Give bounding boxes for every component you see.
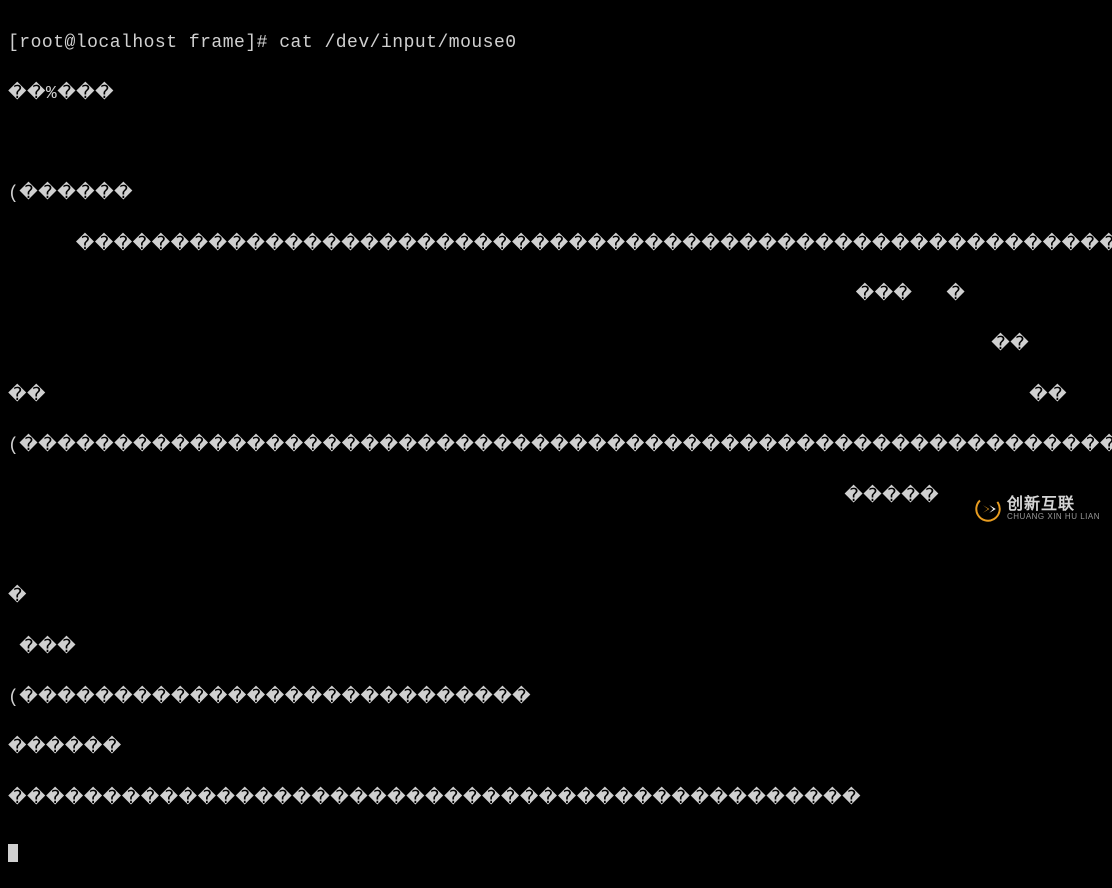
output-line: �� ��	[8, 384, 1104, 409]
output-line: (������	[8, 182, 1104, 207]
shell-prompt: [root@localhost frame]#	[8, 33, 279, 53]
watermark: 创新互联 CHUANG XIN HU LIAN	[975, 496, 1100, 522]
output-line	[8, 132, 1104, 157]
output-line: (���������������������������	[8, 686, 1104, 711]
output-line: ��%���	[8, 82, 1104, 107]
output-line: ��	[8, 333, 1104, 358]
output-line: ����������������������������������������…	[8, 787, 1104, 812]
output-line: ���	[8, 636, 1104, 661]
output-line: (���������������������������������������…	[8, 434, 1104, 459]
terminal-cursor	[8, 844, 18, 862]
output-line: �	[8, 585, 1104, 610]
terminal-output[interactable]: [root@localhost frame]# cat /dev/input/m…	[8, 6, 1104, 888]
output-line: ������	[8, 736, 1104, 761]
watermark-text-en: CHUANG XIN HU LIAN	[1007, 513, 1100, 521]
shell-command: cat /dev/input/mouse0	[279, 33, 516, 53]
output-line: ��� �	[8, 283, 1104, 308]
output-line: �����	[8, 485, 1104, 510]
watermark-logo-icon	[975, 496, 1001, 522]
output-line	[8, 535, 1104, 560]
output-line: ����������������������������������������…	[8, 233, 1104, 258]
watermark-text-cn: 创新互联	[1007, 497, 1100, 513]
